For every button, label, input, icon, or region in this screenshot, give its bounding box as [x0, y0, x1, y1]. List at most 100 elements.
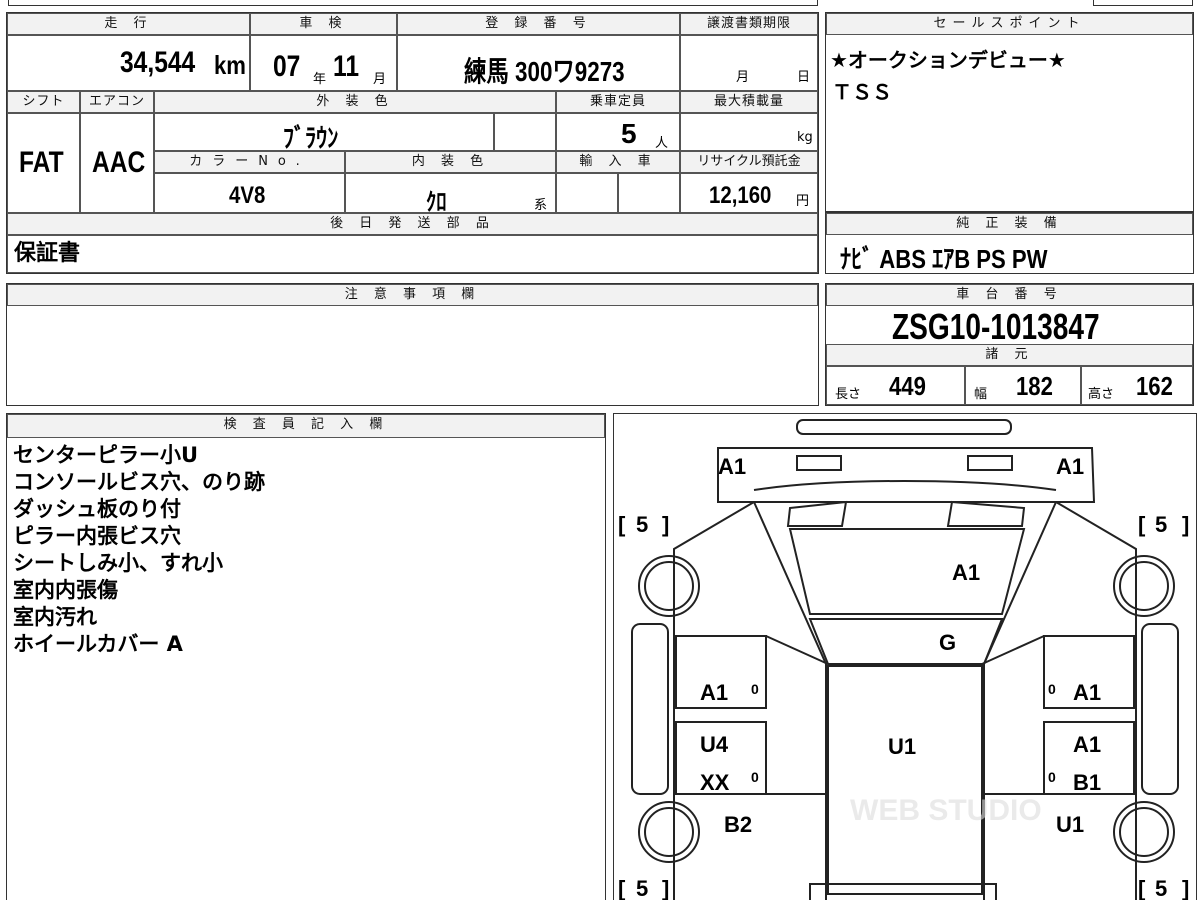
mark-front-right: A1	[1056, 454, 1084, 479]
capacity-unit: 人	[655, 136, 669, 151]
tire-bracket-rr-close: ]	[1182, 876, 1189, 900]
inspection-header: 車 検	[250, 13, 397, 35]
exterior-color-extra-cell	[494, 113, 556, 151]
shift-value: FAT	[19, 146, 64, 179]
inspector-line: ダッシュ板のり付	[13, 497, 181, 521]
import-cell-a	[556, 173, 618, 213]
inspection-month: 11	[333, 50, 360, 83]
car-diagram: [ 5 ] [ 5 ] [ 5 ] [ 5 ] A1 A1 A1 G A1 A1…	[618, 419, 1189, 900]
color-no-cell: 4V8	[154, 173, 345, 213]
notes-box: 注 意 事 項 欄	[6, 283, 819, 406]
length-cell: 長さ 449	[826, 366, 965, 405]
aircon-header: エアコン	[80, 91, 154, 113]
vent-right	[946, 500, 1026, 527]
inspector-header: 検 査 員 記 入 欄	[7, 414, 605, 438]
exterior-color-header: 外 装 色	[154, 91, 556, 113]
front-inner	[753, 480, 1057, 491]
mark-roof: U1	[888, 734, 916, 759]
notes-header: 注 意 事 項 欄	[7, 284, 818, 306]
body-outline	[673, 501, 1137, 900]
watermark: WEB STUDIO	[850, 794, 1042, 827]
interior-color-cell: ｸﾛ 系	[345, 173, 556, 213]
windshield	[808, 618, 1004, 665]
mileage-cell: 34,544 km	[7, 35, 250, 91]
exterior-color-value: ﾌﾞﾗｳﾝ	[283, 123, 339, 151]
transfer-deadline-header: 譲渡書類期限	[680, 13, 818, 35]
wheel-front-left	[638, 555, 700, 617]
capacity-value: 5	[621, 118, 637, 149]
interior-color-header: 内 装 色	[345, 151, 556, 173]
later-parts-cell: 保証書	[7, 235, 818, 273]
tire-bracket-fr-open: [	[1138, 512, 1146, 537]
inspector-line: 室内内張傷	[13, 578, 118, 602]
import-cell-b	[618, 173, 680, 213]
later-parts-header: 後 日 発 送 部 品	[7, 213, 818, 235]
height-value: 162	[1136, 371, 1173, 401]
recycle-cell: 12,160 円	[680, 173, 818, 213]
max-load-unit: kg	[797, 130, 813, 145]
tire-score-rr: 5	[1155, 876, 1167, 900]
top-strip	[8, 0, 818, 6]
interior-color-unit: 系	[534, 198, 548, 213]
length-value: 449	[889, 371, 926, 401]
sales-point-line-1: ★オークションデビュー★	[830, 48, 1066, 72]
inspection-month-unit: 月	[373, 72, 387, 87]
tire-score-rl: 5	[636, 876, 648, 900]
inspector-lines: センターピラー小U コンソールビス穴、のり跡 ダッシュ板のり付 ピラー内張ビス穴…	[13, 442, 265, 658]
recycle-unit: 円	[796, 194, 810, 209]
hood	[788, 528, 1026, 615]
door-zero-lf: 0	[751, 681, 759, 697]
chassis-box: 車 台 番 号 ZSG10-1013847 諸 元 長さ 449 幅 182 高…	[825, 283, 1194, 406]
transfer-day-unit: 日	[797, 70, 811, 85]
tire-bracket-rl-open: [	[618, 876, 626, 900]
inspector-line: ピラー内張ビス穴	[13, 524, 181, 548]
wheel-rear-right-inner	[1119, 807, 1169, 857]
shift-cell: FAT	[7, 113, 80, 213]
sales-point-box: セールスポイント ★オークションデビュー★ ＴＳＳ	[825, 12, 1194, 212]
wheel-front-left-inner	[644, 561, 694, 611]
inspection-cell: 07 年 11 月	[250, 35, 397, 91]
door-left-line	[765, 635, 829, 795]
tire-bracket-rl-close: ]	[662, 876, 669, 900]
chassis-value: ZSG10-1013847	[892, 306, 1100, 347]
height-label: 高さ	[1088, 387, 1115, 402]
tire-bracket-fl-close: ]	[662, 512, 669, 537]
mark-right-rear-door-top: A1	[1073, 732, 1101, 757]
transfer-month-unit: 月	[736, 70, 750, 85]
registration-header: 登 録 番 号	[397, 13, 680, 35]
aircon-value: AAC	[92, 146, 146, 179]
recycle-header: リサイクル預託金	[680, 151, 818, 173]
wheel-front-right	[1113, 555, 1175, 617]
tire-bracket-fr-close: ]	[1182, 512, 1189, 537]
tire-bracket-rr-open: [	[1138, 876, 1146, 900]
headlight-left	[796, 455, 842, 471]
a-pillar-left	[753, 501, 827, 900]
mark-front-left: A1	[718, 454, 746, 479]
mileage-header: 走 行	[7, 13, 250, 35]
inspector-line: シートしみ小、すれ小	[13, 551, 223, 575]
recycle-value: 12,160	[709, 182, 772, 209]
mileage-unit: km	[214, 50, 246, 80]
height-cell: 高さ 162	[1081, 366, 1193, 405]
mark-left-rear-door-bottom: XX	[700, 770, 730, 795]
car-diagram-box: [ 5 ] [ 5 ] [ 5 ] [ 5 ] A1 A1 A1 G A1 A1…	[613, 413, 1197, 900]
inspector-line: コンソールビス穴、のり跡	[13, 470, 265, 494]
aircon-cell: AAC	[80, 113, 154, 213]
door-zero-rr: 0	[1048, 769, 1056, 785]
mark-right-rear-door-bottom: B1	[1073, 770, 1101, 795]
inspector-line: 室内汚れ	[13, 605, 97, 629]
tire-bracket-fl-open: [	[618, 512, 626, 537]
equipment-box: 純 正 装 備 ﾅﾋﾞ ABS ｴｱB PS PW	[825, 212, 1194, 274]
color-no-value: 4V8	[229, 182, 266, 209]
interior-color-value: ｸﾛ	[426, 189, 447, 213]
side-bar-left	[631, 623, 669, 795]
max-load-cell: kg	[680, 113, 818, 151]
transfer-deadline-cell: 月 日	[680, 35, 818, 91]
roof	[827, 665, 983, 895]
exterior-color-cell: ﾌﾞﾗｳﾝ	[154, 113, 494, 151]
import-header: 輸 入 車	[556, 151, 680, 173]
tire-score-fl: 5	[636, 512, 648, 537]
wheel-front-right-inner	[1119, 561, 1169, 611]
width-value: 182	[1016, 371, 1053, 401]
mark-left-rear-fender: B2	[724, 812, 752, 837]
